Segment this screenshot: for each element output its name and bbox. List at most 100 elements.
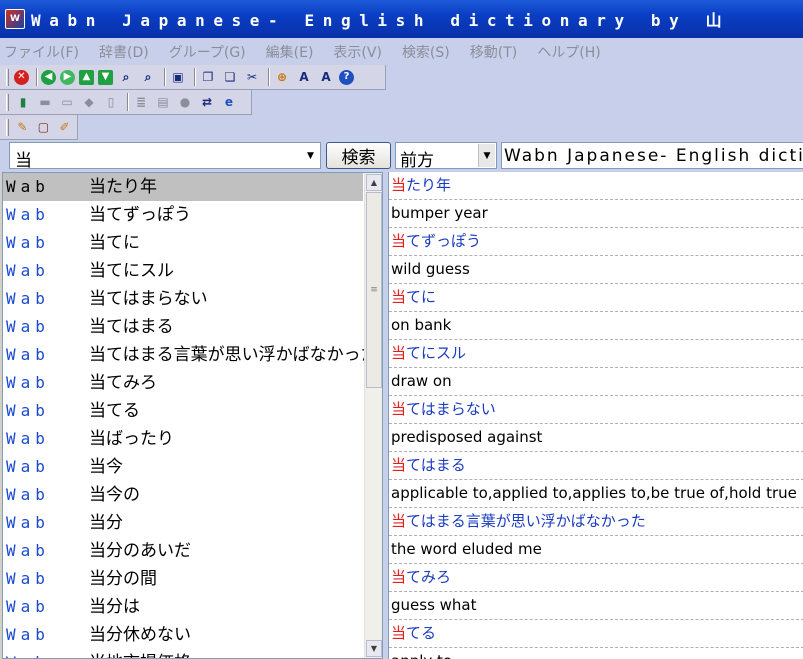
word-list-item[interactable]: Wab 当てはまる — [3, 313, 363, 341]
word-list-item[interactable]: Wab 当今 — [3, 453, 363, 481]
pen-icon[interactable]: ✎ — [14, 118, 31, 136]
title-bar[interactable]: W Wabn Japanese- English dictionary by 山 — [0, 0, 803, 38]
definition-headword[interactable]: 当てずっぽう — [389, 228, 803, 256]
edit-dictionary-icon[interactable]: ▯ — [102, 93, 120, 111]
definition-headword[interactable]: 当てはまらない — [389, 396, 803, 424]
search-icon[interactable]: ⌕ — [117, 68, 135, 86]
word-list-item[interactable]: Wab 当たり年 — [3, 173, 363, 201]
help-icon[interactable]: ? — [339, 69, 354, 85]
main-toolbar: ✕ ◀ ▶ ▲ ▼ ⌕ ⌕ ▣ ❐ ❏ ✂ ⊕ A A ? — [0, 65, 386, 90]
image-view-icon[interactable]: ▤ — [154, 93, 172, 111]
search-button[interactable]: 検索 — [326, 142, 391, 169]
scroll-down-icon[interactable]: ▼ — [366, 640, 382, 657]
up-icon[interactable]: ▲ — [79, 69, 94, 85]
menu-edit[interactable]: 編集(E) — [266, 42, 314, 62]
scrollbar-thumb[interactable]: ≡ — [366, 192, 382, 388]
meaning-text: draw on — [391, 372, 452, 390]
highlight-icon[interactable]: ✐ — [56, 118, 73, 136]
toolbar-grip[interactable] — [6, 118, 9, 136]
back-icon[interactable]: ◀ — [41, 69, 56, 85]
chevron-down-icon[interactable]: ▼ — [478, 144, 495, 167]
dictionary-add-icon[interactable]: ▮ — [14, 93, 32, 111]
toolbar-grip[interactable] — [6, 68, 9, 86]
list-view-icon[interactable]: ≣ — [132, 93, 150, 111]
meaning-text: the word eluded me — [391, 540, 542, 558]
zoom-icon[interactable]: ⊕ — [273, 68, 291, 86]
forward-icon[interactable]: ▶ — [60, 69, 75, 85]
definition-meaning[interactable]: draw on — [389, 368, 803, 396]
word-list-item[interactable]: Wab 当今の — [3, 481, 363, 509]
switch-icon[interactable]: ⇄ — [198, 93, 216, 111]
tree-icon[interactable]: ▭ — [58, 93, 76, 111]
word-list-item[interactable]: Wab当地市場価格 — [3, 649, 363, 658]
menu-move[interactable]: 移動(T) — [470, 42, 517, 62]
definition-meaning[interactable]: bumper year — [389, 200, 803, 228]
dictionary-name-value: Wabn Japanese- English dictionary — [504, 146, 803, 166]
word-list-item[interactable]: Wab 当分は — [3, 593, 363, 621]
search-direction-select[interactable]: 前方 ▼ — [395, 142, 497, 171]
paste-icon[interactable]: ❏ — [221, 68, 239, 86]
word-list-item[interactable]: Wab 当てはまる言葉が思い浮かばなかった — [3, 341, 378, 369]
toolbar-grip[interactable] — [6, 93, 9, 111]
note-icon[interactable]: ▢ — [35, 118, 52, 136]
definition-meaning[interactable]: guess what — [389, 592, 803, 620]
menu-view[interactable]: 表示(V) — [333, 42, 382, 62]
down-icon[interactable]: ▼ — [98, 69, 113, 85]
menu-file[interactable]: ファイル(F) — [4, 42, 79, 62]
dictionary-tag: Wab — [6, 649, 86, 658]
word-list-item[interactable]: Wab 当てはまらない — [3, 285, 363, 313]
browser-icon[interactable]: e — [220, 93, 238, 111]
word-list-item[interactable]: Wab 当分休めない — [3, 621, 363, 649]
menu-bar: ファイル(F) 辞書(D) グループ(G) 編集(E) 表示(V) 検索(S) … — [0, 38, 803, 65]
definition-headword[interactable]: 当てみろ — [389, 564, 803, 592]
definition-meaning[interactable]: apply to — [389, 648, 803, 659]
definition-meaning[interactable]: the word eluded me — [389, 536, 803, 564]
word-list-item[interactable]: Wab 当てずっぽう — [3, 201, 363, 229]
meaning-text: guess what — [391, 596, 477, 614]
definition-headword[interactable]: 当たり年 — [389, 172, 803, 200]
menu-search[interactable]: 検索(S) — [402, 42, 450, 62]
find-next-icon[interactable]: ⌕ — [139, 68, 157, 86]
cut-icon[interactable]: ✂ — [243, 68, 261, 86]
fit-window-icon[interactable]: ▣ — [169, 68, 187, 86]
definition-headword[interactable]: 当てる — [389, 620, 803, 648]
word-list[interactable]: Wab当地市場価格Wab当分休めないWab当分はWab当分の間Wab当分のあいだ… — [2, 172, 383, 659]
menu-group[interactable]: グループ(G) — [169, 42, 246, 62]
word-list-item[interactable]: Wab 当ばったり — [3, 425, 363, 453]
marker-icon[interactable]: ◆ — [80, 93, 98, 111]
word-list-scrollbar[interactable]: ▲ ≡ ▼ — [364, 173, 382, 658]
definition-headword[interactable]: 当てに — [389, 284, 803, 312]
definition-meaning[interactable]: applicable to,applied to,applies to,be t… — [389, 480, 803, 508]
definition-pane[interactable]: 当たり年 bumper year 当てずっぽう wild guess 当てに on ban… — [388, 172, 803, 659]
definition-meaning[interactable]: on bank — [389, 312, 803, 340]
font-smaller-icon[interactable]: A — [317, 68, 335, 86]
toolbar-separator — [164, 68, 166, 86]
dictionary-tag: Wab — [6, 597, 50, 616]
word-list-item[interactable]: Wab 当てにスル — [3, 257, 363, 285]
definition-headword[interactable]: 当てはまる言葉が思い浮かばなかった — [389, 508, 803, 536]
definition-headword[interactable]: 当てにスル — [389, 340, 803, 368]
scroll-up-icon[interactable]: ▲ — [366, 174, 382, 191]
font-larger-icon[interactable]: A — [295, 68, 313, 86]
copy-icon[interactable]: ❐ — [199, 68, 217, 86]
dictionary-list-icon[interactable]: ▬ — [36, 93, 54, 111]
stop-icon[interactable]: ✕ — [14, 69, 29, 85]
dictionary-tag: Wab — [6, 485, 50, 504]
word-list-item[interactable]: Wab 当分 — [3, 509, 363, 537]
chevron-down-icon[interactable]: ▼ — [302, 144, 319, 167]
dictionary-name-field[interactable]: Wabn Japanese- English dictionary — [501, 142, 803, 169]
menu-help[interactable]: ヘルプ(H) — [537, 42, 600, 62]
speech-icon[interactable]: ● — [176, 93, 194, 111]
word-list-item[interactable]: Wab 当分のあいだ — [3, 537, 363, 565]
definition-headword[interactable]: 当てはまる — [389, 452, 803, 480]
app-icon[interactable]: W — [5, 9, 25, 29]
definition-meaning[interactable]: predisposed against — [389, 424, 803, 452]
word-list-item[interactable]: Wab 当てみろ — [3, 369, 363, 397]
definition-meaning[interactable]: wild guess — [389, 256, 803, 284]
menu-dictionary[interactable]: 辞書(D) — [99, 42, 149, 62]
search-input[interactable]: 当 ▼ — [9, 142, 321, 171]
word-list-item[interactable]: Wab 当分の間 — [3, 565, 363, 593]
word-list-item[interactable]: Wab 当てに — [3, 229, 363, 257]
dictionary-tag: Wab — [6, 457, 50, 476]
word-list-item[interactable]: Wab 当てる — [3, 397, 363, 425]
